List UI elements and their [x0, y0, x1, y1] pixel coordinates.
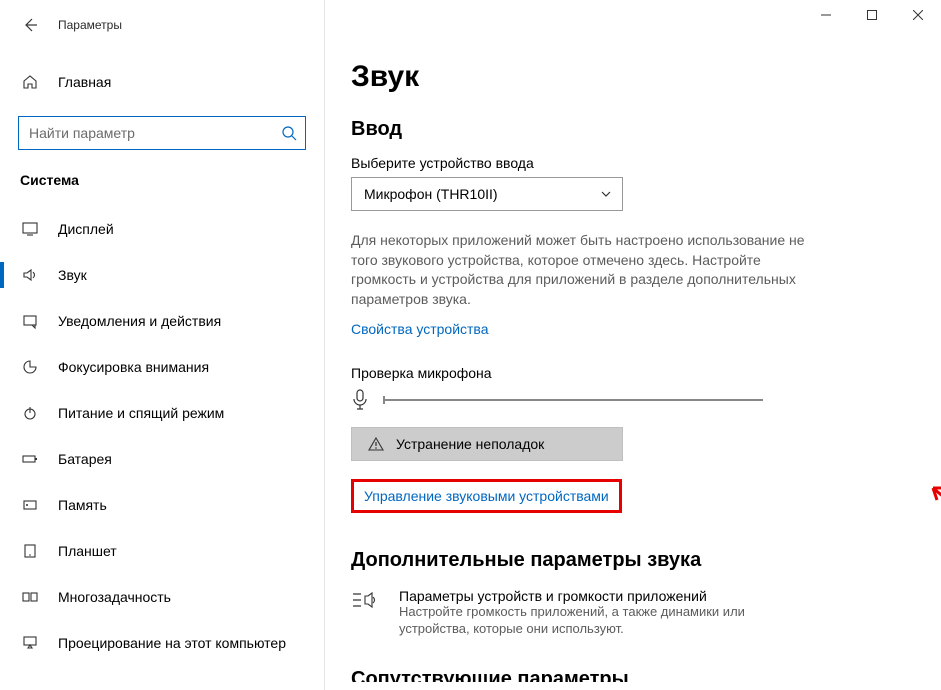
manage-sound-devices-link[interactable]: Управление звуковыми устройствами	[364, 488, 609, 504]
nav-list: Дисплей Звук Уведомления и действия Фоку…	[0, 206, 324, 666]
search-input[interactable]	[29, 125, 281, 141]
annotation-highlight: Управление звуковыми устройствами	[351, 479, 622, 513]
nav-item-tablet[interactable]: Планшет	[0, 528, 324, 574]
warning-icon	[368, 436, 384, 452]
nav-item-notifications[interactable]: Уведомления и действия	[0, 298, 324, 344]
microphone-icon	[351, 389, 369, 411]
minimize-button[interactable]	[803, 0, 849, 30]
notifications-icon	[20, 313, 40, 329]
nav-label: Планшет	[58, 543, 117, 559]
sidebar: Параметры Главная Система Дисплей Звук	[0, 0, 325, 690]
back-button[interactable]	[16, 11, 44, 39]
input-device-dropdown[interactable]: Микрофон (THR10II)	[351, 177, 623, 211]
multitasking-icon	[20, 589, 40, 605]
close-icon	[913, 10, 923, 20]
window-controls	[803, 0, 941, 30]
close-button[interactable]	[895, 0, 941, 30]
nav-item-power[interactable]: Питание и спящий режим	[0, 390, 324, 436]
troubleshoot-label: Устранение неполадок	[396, 436, 544, 452]
related-heading-cutoff: Сопутствующие параметры	[351, 668, 913, 682]
sound-icon	[20, 267, 40, 283]
tablet-icon	[20, 543, 40, 559]
mic-test-label: Проверка микрофона	[351, 365, 913, 381]
home-label: Главная	[58, 74, 111, 90]
app-title: Параметры	[58, 18, 122, 32]
sidebar-home[interactable]: Главная	[0, 62, 324, 102]
advanced-heading: Дополнительные параметры звука	[351, 549, 913, 572]
nav-item-battery[interactable]: Батарея	[0, 436, 324, 482]
nav-item-storage[interactable]: Память	[0, 482, 324, 528]
main-content: Звук Ввод Выберите устройство ввода Микр…	[325, 0, 941, 690]
nav-label: Питание и спящий режим	[58, 405, 224, 421]
power-icon	[20, 405, 40, 421]
app-volume-desc: Настройте громкость приложений, а также …	[399, 604, 779, 638]
page-title: Звук	[351, 60, 913, 94]
nav-item-focus[interactable]: Фокусировка внимания	[0, 344, 324, 390]
nav-label: Уведомления и действия	[58, 313, 221, 329]
nav-label: Фокусировка внимания	[58, 359, 209, 375]
category-title: Система	[0, 150, 324, 194]
nav-item-sound[interactable]: Звук	[0, 252, 324, 298]
arrow-left-icon	[22, 17, 38, 33]
app-volume-item[interactable]: Параметры устройств и громкости приложен…	[351, 588, 913, 638]
device-properties-link[interactable]: Свойства устройства	[351, 321, 489, 337]
nav-label: Дисплей	[58, 221, 114, 237]
device-select-label: Выберите устройство ввода	[351, 155, 913, 171]
projecting-icon	[20, 635, 40, 651]
nav-label: Память	[58, 497, 107, 513]
nav-item-projecting[interactable]: Проецирование на этот компьютер	[0, 620, 324, 666]
maximize-button[interactable]	[849, 0, 895, 30]
home-icon	[20, 74, 40, 90]
dropdown-value: Микрофон (THR10II)	[364, 186, 498, 202]
nav-label: Батарея	[58, 451, 112, 467]
display-icon	[20, 221, 40, 237]
input-heading: Ввод	[351, 118, 913, 141]
maximize-icon	[867, 10, 877, 20]
mic-level-bar	[383, 399, 763, 401]
focus-icon	[20, 359, 40, 375]
search-box[interactable]	[18, 116, 306, 150]
battery-icon	[20, 451, 40, 467]
storage-icon	[20, 497, 40, 513]
minimize-icon	[821, 10, 831, 20]
app-volume-title: Параметры устройств и громкости приложен…	[399, 588, 779, 604]
search-icon	[281, 125, 297, 141]
nav-label: Звук	[58, 267, 87, 283]
nav-item-display[interactable]: Дисплей	[0, 206, 324, 252]
nav-label: Проецирование на этот компьютер	[58, 635, 286, 651]
annotation-arrow-icon	[921, 476, 941, 536]
nav-item-multitasking[interactable]: Многозадачность	[0, 574, 324, 620]
nav-label: Многозадачность	[58, 589, 171, 605]
mixer-icon	[351, 588, 381, 638]
troubleshoot-button[interactable]: Устранение неполадок	[351, 427, 623, 461]
chevron-down-icon	[600, 188, 612, 200]
input-description: Для некоторых приложений может быть наст…	[351, 231, 811, 309]
